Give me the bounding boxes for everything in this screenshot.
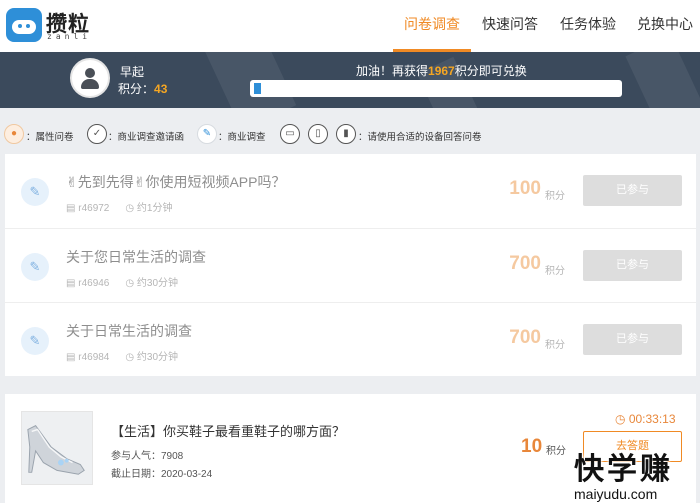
countdown-timer: ◷ 00:33:13: [615, 412, 676, 426]
survey-list: ✎ ✌先到先得✌你使用短视频APP吗？ ▤ r46972 ◷ 约1分钟 100 积…: [5, 154, 696, 376]
survey-duration: 约1分钟: [136, 203, 173, 214]
document-icon: ▤: [66, 352, 79, 363]
deadline-value: 2020-03-24: [161, 469, 213, 480]
survey-points-label: 积分: [545, 266, 565, 277]
survey-title[interactable]: ✌先到先得✌你使用短视频APP吗？: [66, 172, 285, 192]
watermark-url: maiyudu.com: [574, 486, 658, 502]
survey-row[interactable]: ✎ 关于您日常生活的调查 ▤ r46946 ◷ 约30分钟 700 积分 已参与: [5, 228, 696, 302]
check-circle-icon[interactable]: ✓: [87, 124, 107, 144]
monitor-icon[interactable]: ▭: [280, 124, 300, 144]
points-label: 积分：: [118, 82, 155, 96]
popularity: 参与人气：7908: [111, 447, 183, 462]
filter-label-commercial: ：商业调查: [218, 132, 266, 143]
survey-title[interactable]: 关于您日常生活的调查: [66, 247, 206, 267]
survey-row[interactable]: ✎ 关于日常生活的调查 ▤ r46984 ◷ 约30分钟 700 积分 已参与: [5, 302, 696, 376]
product-points-label: 积分: [546, 446, 566, 457]
clock-icon: ◷: [125, 278, 137, 289]
watermark-title: 快学赚: [574, 453, 673, 486]
nav-tab-survey[interactable]: 问卷调查: [393, 0, 471, 52]
survey-points-label: 积分: [545, 340, 565, 351]
timer-value: 00:33:13: [628, 412, 676, 426]
progress-fill: [254, 83, 261, 94]
user-name: 早起: [120, 65, 145, 79]
decor-shape: [625, 52, 700, 108]
clock-icon: ◷: [125, 203, 137, 214]
deadline: 截止日期：2020-03-24: [111, 465, 212, 480]
popularity-label: 参与人气：: [111, 451, 161, 462]
edit-icon[interactable]: ✎: [197, 124, 217, 144]
participated-button[interactable]: 已参与: [583, 175, 682, 206]
survey-meta: ▤ r46946 ◷ 约30分钟: [66, 274, 178, 289]
survey-meta: ▤ r46984 ◷ 约30分钟: [66, 348, 178, 363]
avatar[interactable]: [70, 58, 110, 98]
survey-points: 700: [509, 253, 541, 274]
shoe-illustration: [22, 412, 92, 484]
cheer-points: 1967: [428, 64, 455, 78]
nav-tab-exchange[interactable]: 兑换中心: [630, 0, 700, 52]
edit-icon: ✎: [21, 178, 49, 206]
device-hint: ：请使用合适的设备回答问卷: [358, 132, 482, 143]
logo-icon[interactable]: [6, 8, 42, 42]
survey-id: r46946: [78, 278, 110, 289]
clock-icon: ◷: [125, 352, 137, 363]
user-points: 积分：43: [118, 80, 167, 97]
cheer-before: 加油！再获得: [356, 64, 429, 78]
document-icon: ▤: [66, 278, 79, 289]
product-points: 10: [521, 436, 543, 457]
avatar-head: [85, 68, 95, 78]
product-survey-title[interactable]: 【生活】你买鞋子最看重鞋子的哪方面？: [111, 421, 345, 440]
cheer-message: 加油！再获得1967积分即可兑换: [356, 62, 527, 79]
filter-legend: ● ：属性问卷 ✓ ：商业调查邀请函 ✎ ：商业调查 ▭ ▯ ▮ ：请使用合适的…: [0, 120, 700, 148]
watermark: 快学赚 maiyudu.com: [574, 444, 694, 502]
shoe-image[interactable]: [21, 411, 93, 485]
top-navigation: 攒粒 zanli 问卷调查 快速问答 任务体验 兑换中心: [0, 0, 700, 52]
survey-row[interactable]: ✎ ✌先到先得✌你使用短视频APP吗？ ▤ r46972 ◷ 约1分钟 100 积…: [5, 154, 696, 228]
brand-subtitle: zanli: [47, 32, 92, 41]
avatar-body: [81, 79, 99, 89]
survey-duration: 约30分钟: [136, 278, 179, 289]
edit-icon: ✎: [21, 253, 49, 281]
survey-meta: ▤ r46972 ◷ 约1分钟: [66, 199, 172, 214]
filter-label-invitation: ：商业调查邀请函: [108, 132, 185, 143]
tablet-icon[interactable]: ▮: [336, 124, 356, 144]
survey-points-label: 积分: [545, 191, 565, 202]
survey-id: r46972: [78, 203, 110, 214]
user-plus-icon[interactable]: ●: [4, 124, 24, 144]
edit-icon: ✎: [21, 327, 49, 355]
clock-icon: ◷: [615, 412, 629, 426]
phone-icon[interactable]: ▯: [308, 124, 328, 144]
popularity-value: 7908: [161, 451, 184, 462]
survey-points: 700: [509, 327, 541, 348]
nav-tab-quick-qa[interactable]: 快速问答: [474, 0, 546, 52]
participated-button[interactable]: 已参与: [583, 250, 682, 281]
nav-tab-task[interactable]: 任务体验: [552, 0, 624, 52]
survey-points: 100: [509, 178, 541, 199]
survey-title[interactable]: 关于日常生活的调查: [66, 321, 192, 341]
survey-id: r46984: [78, 352, 110, 363]
survey-duration: 约30分钟: [136, 352, 179, 363]
points-progress-bar: [250, 80, 622, 97]
document-icon: ▤: [66, 203, 79, 214]
points-value: 43: [154, 82, 168, 96]
deadline-label: 截止日期：: [111, 469, 161, 480]
cheer-after: 积分即可兑换: [454, 64, 527, 78]
filter-label-profile: ：属性问卷: [26, 132, 74, 143]
participated-button[interactable]: 已参与: [583, 324, 682, 355]
user-banner: 早起 积分：43 加油！再获得1967积分即可兑换: [0, 52, 700, 108]
